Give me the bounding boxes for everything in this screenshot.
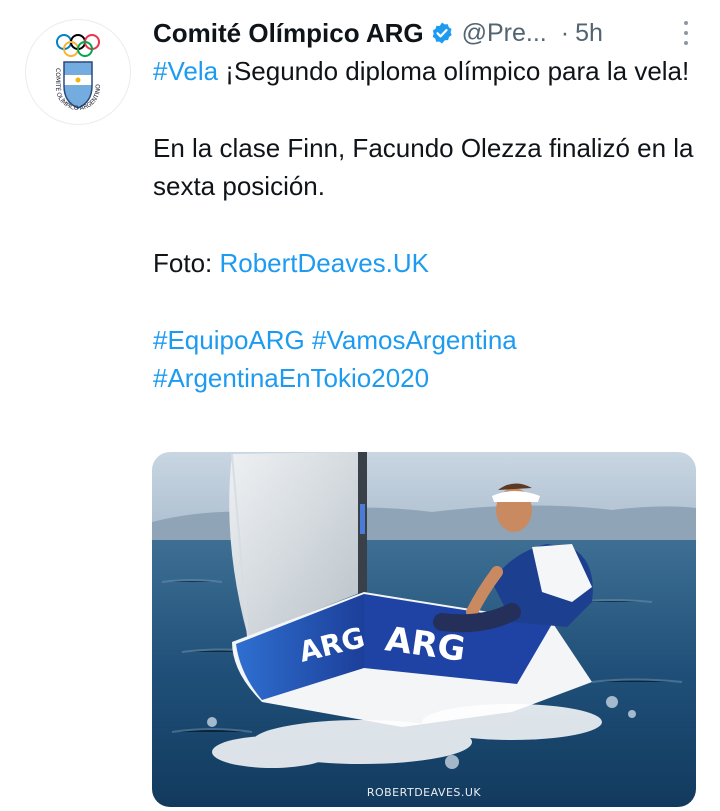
- timestamp[interactable]: 5h: [575, 19, 603, 48]
- photo-credit: Foto: RobertDeaves.UK: [153, 244, 698, 282]
- hashtag-equipoarg[interactable]: #EquipoARG: [153, 325, 305, 355]
- tweet: COMITÉ OLÍMPICO ARGENTINO Comité Olímpic…: [0, 0, 720, 811]
- tweet-text: #Vela ¡Segundo diploma olímpico para la …: [153, 52, 698, 397]
- photo-watermark: ROBERTDEAVES.UK: [367, 786, 482, 799]
- display-name[interactable]: Comité Olímpico ARG: [153, 18, 424, 49]
- hashtag-vamosargentina[interactable]: #VamosArgentina: [312, 325, 517, 355]
- hashtag-vela[interactable]: #Vela: [153, 56, 218, 86]
- avatar[interactable]: COMITÉ OLÍMPICO ARGENTINO: [26, 20, 130, 124]
- tweet-line-2: En la clase Finn, Facundo Olezza finaliz…: [153, 133, 694, 201]
- verified-badge-icon: [430, 21, 454, 45]
- hashtags-line: #EquipoARG #VamosArgentina: [153, 321, 698, 359]
- more-options-icon[interactable]: [677, 21, 695, 45]
- handle[interactable]: @Pre...: [462, 19, 547, 48]
- sailing-photo: ARG ARG ROBERTDEAVES.UK: [152, 452, 696, 807]
- photo-credit-prefix: Foto:: [153, 248, 220, 278]
- photo-credit-link[interactable]: RobertDeaves.UK: [219, 248, 429, 278]
- hashtags-line-2: #ArgentinaEnTokio2020: [153, 359, 698, 397]
- hashtag-argentinaentokio2020[interactable]: #ArgentinaEnTokio2020: [153, 363, 429, 393]
- tweet-header: Comité Olímpico ARG @Pre... · 5h: [153, 13, 693, 53]
- olympic-committee-logo-icon: COMITÉ OLÍMPICO ARGENTINO: [54, 34, 102, 112]
- tweet-line-1: #Vela ¡Segundo diploma olímpico para la …: [153, 52, 698, 90]
- tweet-photo[interactable]: ARG ARG ROBERTDEAVES.UK: [152, 452, 696, 807]
- tweet-line-1-text: ¡Segundo diploma olímpico para la vela!: [218, 56, 690, 86]
- separator-dot: ·: [560, 18, 570, 47]
